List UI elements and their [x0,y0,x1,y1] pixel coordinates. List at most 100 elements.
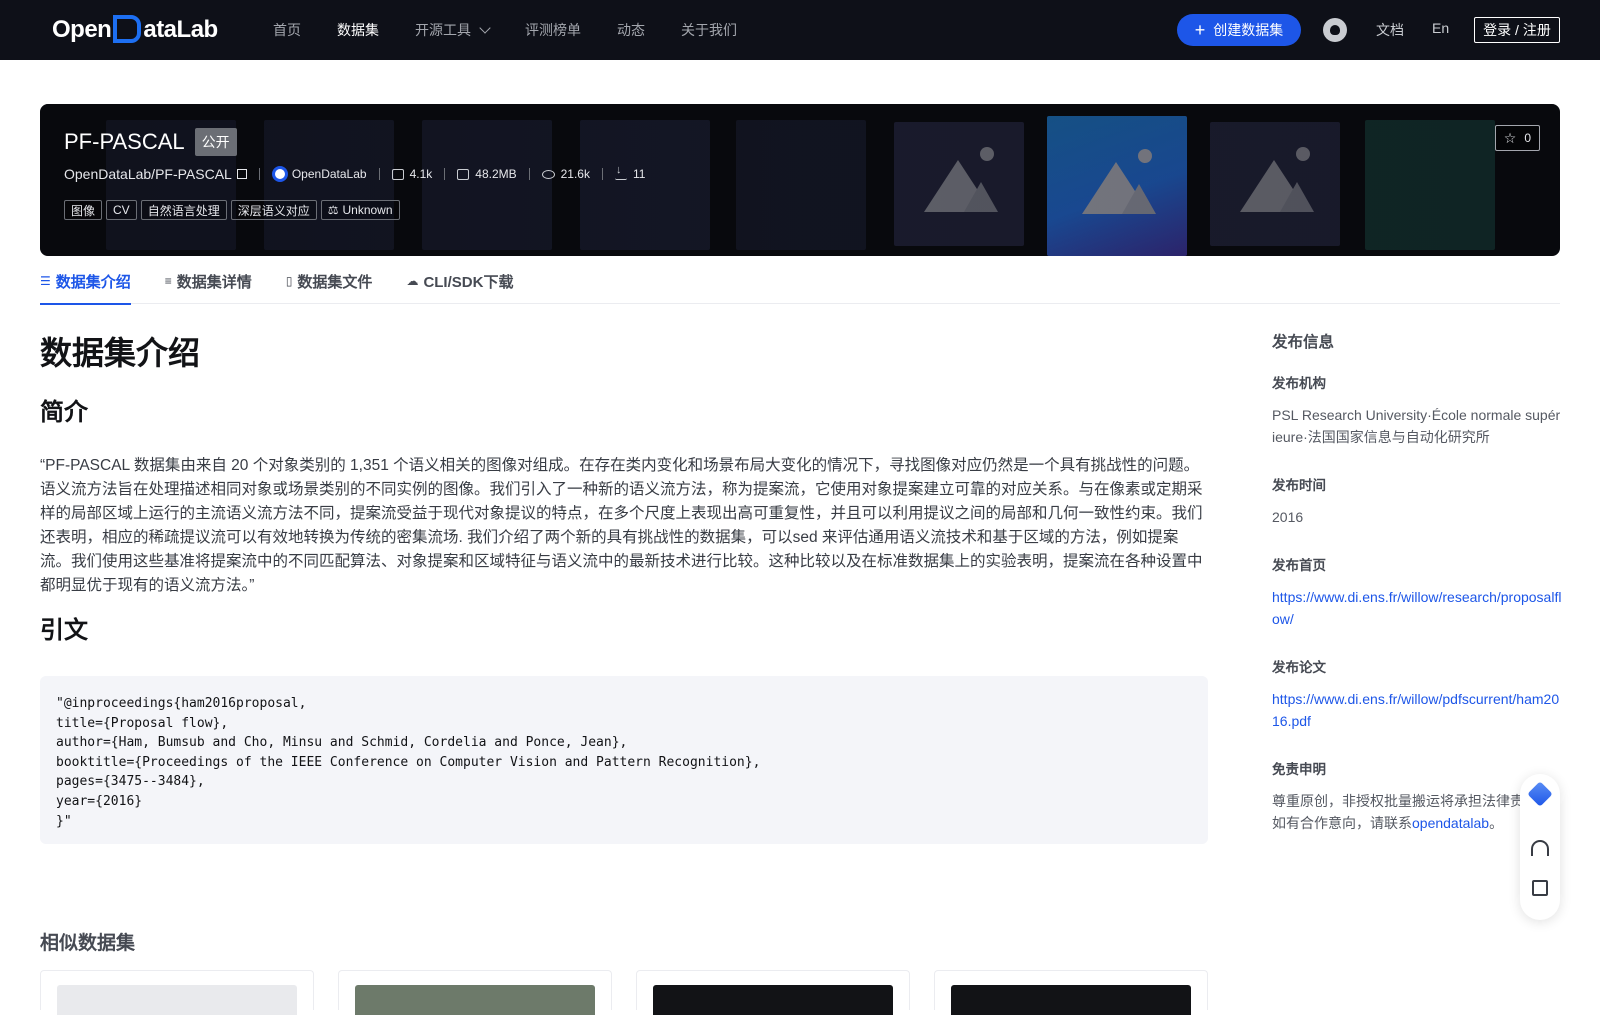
tag-chip[interactable]: 自然语言处理 [140,200,227,220]
dataset-title: PF-PASCAL 公开 [64,128,237,156]
files-icon [391,168,404,180]
similar-datasets-heading: 相似数据集 [40,933,136,954]
nav-about[interactable]: 关于我们 [681,20,737,40]
disclaimer-end: 。 [1489,815,1504,831]
chevron-down-icon [479,22,491,34]
divider [528,168,530,180]
floating-action-bar [1520,774,1560,920]
dataset-size: 48.2MB [475,167,517,181]
citation-code-block: "@inproceedings{ham2016proposal, title={… [40,676,1208,844]
divider [444,168,446,180]
license-label: Unknown [342,203,393,217]
file-count: 4.1k [409,167,433,181]
assistant-button[interactable] [1527,781,1553,807]
disclaimer-text: 尊重原创，非授权批量搬运将承担法律责任。如有合作意向，请联系opendatala… [1272,790,1562,834]
contact-link[interactable]: opendatalab [1412,815,1489,831]
nav-datasets[interactable]: 数据集 [337,20,379,40]
main-nav: 首页 数据集 开源工具 评测榜单 动态 关于我们 [273,0,773,60]
github-icon[interactable] [1323,18,1347,42]
dataset-hero: PF-PASCAL 公开 OpenDataLab/PF-PASCAL OpenD… [40,104,1560,256]
tag-chip[interactable]: CV [106,200,137,220]
plus-icon: + [1194,19,1206,40]
disclaimer-label: 免责申明 [1272,762,1326,777]
tab-files[interactable]: ▯ 数据集文件 [286,258,373,304]
paper-link[interactable]: https://www.di.ens.fr/willow/pdfscurrent… [1272,688,1562,732]
dataset-cover [57,985,297,1015]
org-avatar [271,166,288,182]
intro-paragraph: “PF-PASCAL 数据集由来自 20 个对象类别的 1,351 个语义相关的… [40,457,1203,594]
star-button[interactable]: ☆ 0 [1494,125,1540,151]
dataset-meta: OpenDataLab/PF-PASCAL OpenDataLab 4.1k 4… [64,164,646,182]
top-navbar: Open ataLab 首页 数据集 开源工具 评测榜单 动态 关于我们 + 创建… [0,0,1600,60]
support-button[interactable] [1528,836,1552,860]
nav-docs[interactable]: 文档 [1376,20,1404,40]
headset-icon [1531,840,1549,856]
homepage-link[interactable]: https://www.di.ens.fr/willow/research/pr… [1272,586,1562,630]
view-count: 21.6k [560,167,590,181]
logo-text-open: Open [52,16,112,43]
nav-tools[interactable]: 开源工具 [415,20,491,40]
tab-details[interactable]: ≡ 数据集详情 [165,258,252,304]
download-icon [614,164,627,180]
citation-heading: 引文 [40,617,88,644]
dataset-cover [951,985,1191,1015]
tag-chip[interactable]: 深层语义对应 [230,200,317,220]
similar-dataset-card[interactable] [40,970,314,1015]
homepage-label: 发布首页 [1272,558,1326,573]
paper-label: 发布论文 [1272,660,1326,675]
divider [378,168,380,180]
database-icon: ☰ [40,274,51,288]
logo[interactable]: Open ataLab [52,14,218,46]
sidebar-title: 发布信息 [1272,334,1335,351]
dataset-tabs: ☰ 数据集介绍 ≡ 数据集详情 ▯ 数据集文件 ☁ CLI/SDK下载 [40,258,1560,305]
similar-dataset-card[interactable] [338,970,612,1015]
org-name[interactable]: OpenDataLab [292,167,367,181]
time-label: 发布时间 [1272,478,1326,493]
tag-chip[interactable]: 图像 [64,200,103,220]
tab-label: 数据集详情 [176,273,252,291]
cloud-download-icon: ☁ [406,274,419,288]
nav-leaderboard[interactable]: 评测榜单 [525,20,581,40]
intro-heading: 简介 [40,399,88,426]
org-label: 发布机构 [1272,376,1326,391]
similar-dataset-card[interactable] [636,970,910,1015]
feedback-button[interactable] [1528,876,1552,900]
tab-introduction[interactable]: ☰ 数据集介绍 [40,258,131,305]
publish-info-sidebar: 发布信息 发布机构 PSL Research University·École … [1272,330,1562,860]
tab-cli-sdk[interactable]: ☁ CLI/SDK下载 [406,258,513,304]
diamond-icon [1527,781,1553,807]
dataset-cover [653,985,893,1015]
copy-icon[interactable] [236,169,247,179]
tab-label: 数据集文件 [297,273,373,291]
scale-icon: ⚖ [327,203,339,217]
dataset-name: PF-PASCAL [64,129,185,154]
tag-list: 图像 CV 自然语言处理 深层语义对应 ⚖ Unknown [64,200,404,220]
time-value: 2016 [1272,509,1304,525]
tab-label: CLI/SDK下载 [423,273,514,291]
dataset-cover [355,985,595,1015]
storage-icon [457,168,470,180]
list-icon: ≡ [164,274,172,288]
logo-text-datalab: ataLab [143,16,218,43]
similar-datasets-list [40,970,1232,1015]
nav-home[interactable]: 首页 [273,20,301,40]
create-dataset-button[interactable]: + 创建数据集 [1177,14,1301,46]
edit-icon [1532,880,1548,896]
file-icon: ▯ [285,274,293,288]
download-count: 11 [632,167,646,181]
star-count: 0 [1524,131,1531,145]
nav-lang[interactable]: En [1432,20,1449,36]
login-button[interactable]: 登录 / 注册 [1474,17,1560,43]
tab-label: 数据集介绍 [55,273,131,291]
similar-dataset-card[interactable] [934,970,1208,1015]
eye-icon [541,169,555,179]
visibility-badge: 公开 [194,128,237,156]
org-value: PSL Research University·École normale su… [1272,407,1561,445]
nav-news[interactable]: 动态 [617,20,645,40]
logo-mark [113,15,142,43]
page-title: 数据集介绍 [40,335,201,371]
nav-tools-label: 开源工具 [415,22,471,38]
divider [601,168,603,180]
license-chip[interactable]: ⚖ Unknown [320,200,400,220]
create-dataset-label: 创建数据集 [1213,22,1284,38]
